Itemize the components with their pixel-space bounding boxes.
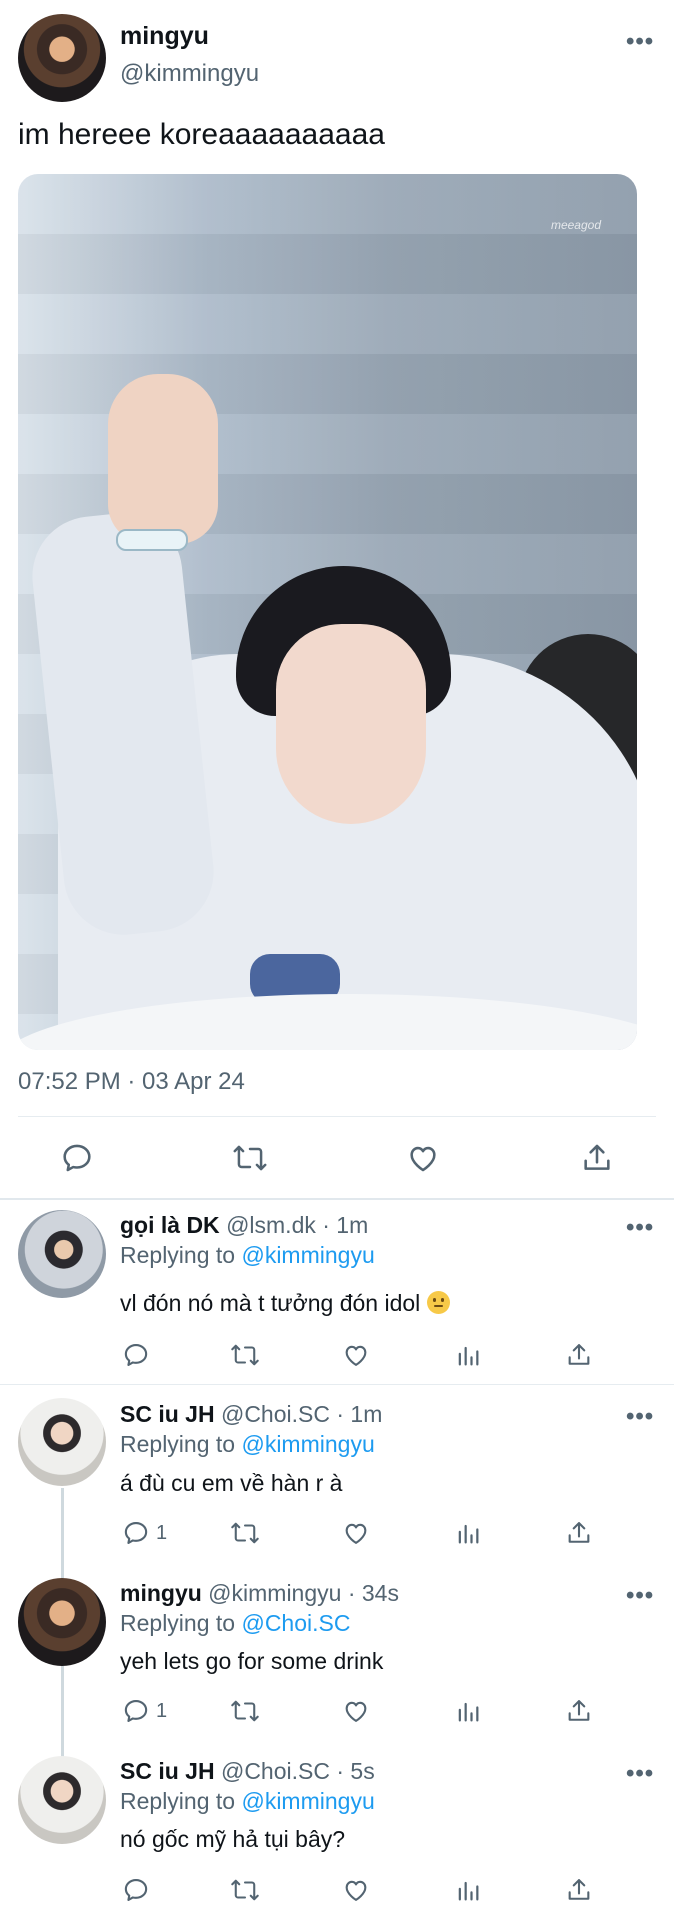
retweet-icon[interactable] xyxy=(230,1341,260,1369)
reply-header: gọi là DK @lsm.dk · 1m xyxy=(120,1212,368,1239)
tweet-timestamp[interactable]: 07:52 PM · 03 Apr 24 xyxy=(18,1068,245,1096)
reply-count: 1 xyxy=(156,1700,168,1722)
retweet-icon[interactable] xyxy=(232,1141,268,1175)
tweet-photo[interactable]: meeagod xyxy=(18,174,637,1050)
thread-connector xyxy=(61,1666,64,1758)
author-meta: @Choi.SC · 1m xyxy=(220,1401,383,1427)
like-icon[interactable] xyxy=(406,1141,440,1175)
replying-prefix: Replying to xyxy=(120,1431,236,1457)
share-icon[interactable] xyxy=(565,1697,593,1725)
like-icon[interactable] xyxy=(342,1519,370,1547)
views-icon[interactable] xyxy=(454,1697,482,1725)
avatar[interactable] xyxy=(18,1756,106,1844)
author-name[interactable]: mingyu xyxy=(120,22,209,51)
reply-text: yeh lets go for some drink xyxy=(120,1648,384,1674)
share-icon[interactable] xyxy=(565,1519,593,1547)
views-icon[interactable] xyxy=(454,1876,482,1904)
photo-waving-hand xyxy=(108,374,218,544)
reply-icon[interactable] xyxy=(122,1341,150,1369)
share-icon[interactable] xyxy=(565,1341,593,1369)
avatar[interactable] xyxy=(18,14,106,102)
like-icon[interactable] xyxy=(342,1876,370,1904)
more-options-button[interactable]: ••• xyxy=(626,1403,654,1431)
more-options-button[interactable]: ••• xyxy=(626,1214,654,1242)
reply-header: mingyu @kimmingyu · 34s xyxy=(120,1580,399,1607)
share-icon[interactable] xyxy=(565,1876,593,1904)
avatar[interactable] xyxy=(18,1398,106,1486)
like-icon[interactable] xyxy=(342,1697,370,1725)
avatar[interactable] xyxy=(18,1578,106,1666)
photo-watermark: meeagod xyxy=(550,218,601,232)
reply-text: nó gốc mỹ hả tụi bây? xyxy=(120,1826,346,1852)
retweet-icon[interactable] xyxy=(230,1876,260,1904)
avatar[interactable] xyxy=(18,1210,106,1298)
author-meta: @kimmingyu · 34s xyxy=(208,1580,399,1606)
reply-text-line: vl đón nó mà t tưởng đón idol xyxy=(120,1290,450,1317)
photo-face xyxy=(276,624,426,824)
reply-icon[interactable] xyxy=(122,1697,150,1725)
reply-icon[interactable] xyxy=(122,1519,150,1547)
more-options-button[interactable]: ••• xyxy=(626,1582,654,1610)
reply-text: á đù cu em về hàn r à xyxy=(120,1470,343,1496)
mention-link[interactable]: @kimmingyu xyxy=(241,1431,374,1457)
divider xyxy=(0,1198,674,1200)
photo-wristband xyxy=(116,529,188,551)
views-icon[interactable] xyxy=(454,1341,482,1369)
reply-text: vl đón nó mà t tưởng đón idol xyxy=(120,1290,421,1316)
reply-count: 1 xyxy=(156,1522,168,1544)
author-name[interactable]: gọi là DK xyxy=(120,1212,220,1238)
share-icon[interactable] xyxy=(580,1141,614,1175)
divider xyxy=(0,1384,674,1385)
thread-connector xyxy=(61,1488,64,1581)
replying-to: Replying to @Choi.SC xyxy=(120,1610,350,1637)
author-handle[interactable]: @kimmingyu xyxy=(120,60,259,88)
author-name[interactable]: SC iu JH xyxy=(120,1401,215,1427)
replying-to: Replying to @kimmingyu xyxy=(120,1431,375,1458)
author-name[interactable]: mingyu xyxy=(120,1580,202,1606)
reply-icon[interactable] xyxy=(122,1876,150,1904)
mention-link[interactable]: @kimmingyu xyxy=(241,1242,374,1268)
mention-link[interactable]: @kimmingyu xyxy=(241,1788,374,1814)
replying-to: Replying to @kimmingyu xyxy=(120,1242,375,1269)
retweet-icon[interactable] xyxy=(230,1519,260,1547)
reply-icon[interactable] xyxy=(60,1141,94,1175)
replying-prefix: Replying to xyxy=(120,1242,236,1268)
reply-header: SC iu JH @Choi.SC · 1m xyxy=(120,1401,382,1428)
author-meta: @Choi.SC · 5s xyxy=(220,1758,375,1784)
replying-prefix: Replying to xyxy=(120,1788,236,1814)
replying-prefix: Replying to xyxy=(120,1610,236,1636)
reply-header: SC iu JH @Choi.SC · 5s xyxy=(120,1758,375,1785)
divider xyxy=(18,1116,656,1117)
more-options-button[interactable]: ••• xyxy=(626,1760,654,1788)
tweet-text: im hereee koreaaaaaaaaaa xyxy=(18,118,385,151)
like-icon[interactable] xyxy=(342,1341,370,1369)
mention-link[interactable]: @Choi.SC xyxy=(241,1610,350,1636)
more-options-button[interactable]: ••• xyxy=(626,28,654,56)
author-meta: @lsm.dk · 1m xyxy=(226,1212,369,1238)
slightly-smiling-face-emoji-icon xyxy=(426,1291,450,1314)
views-icon[interactable] xyxy=(454,1519,482,1547)
replying-to: Replying to @kimmingyu xyxy=(120,1788,375,1815)
retweet-icon[interactable] xyxy=(230,1697,260,1725)
author-name[interactable]: SC iu JH xyxy=(120,1758,215,1784)
